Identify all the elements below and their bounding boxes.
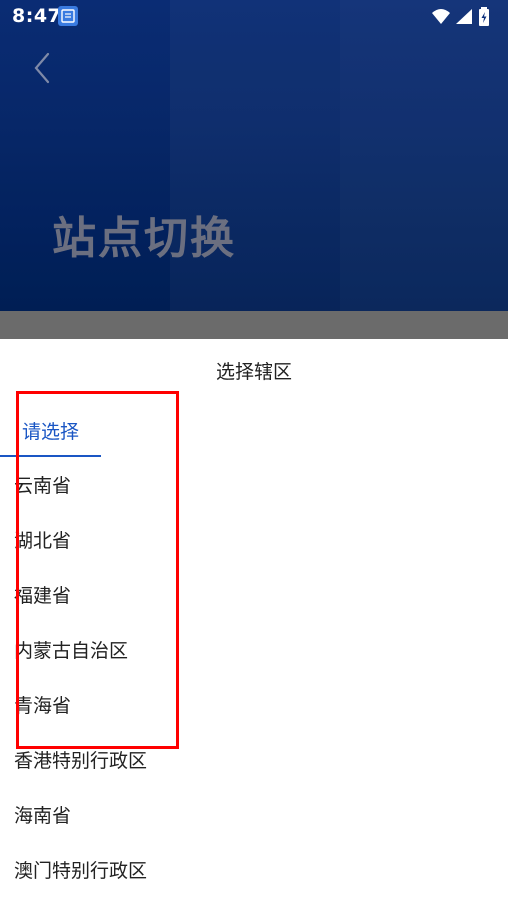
region-item-macau[interactable]: 澳门特别行政区: [0, 842, 508, 897]
region-item-hong-kong[interactable]: 香港特别行政区: [0, 732, 508, 787]
screen: 8:47 站点切换 选择辖区 请选择 云南省 湖北省 福建省 内蒙古自治区 青海…: [0, 0, 508, 903]
status-bar: 8:47: [0, 0, 508, 34]
notification-app-icon: [58, 6, 78, 26]
region-item-hubei[interactable]: 湖北省: [0, 512, 508, 567]
sheet-title: 选择辖区: [215, 361, 292, 383]
header: 8:47 站点切换: [0, 0, 508, 311]
status-time: 8:47: [12, 5, 62, 27]
region-list: 云南省 湖北省 福建省 内蒙古自治区 青海省 香港特别行政区 海南省 澳门特别行…: [0, 457, 508, 897]
region-picker-sheet: 选择辖区 请选择 云南省 湖北省 福建省 内蒙古自治区 青海省 香港特别行政区 …: [0, 339, 508, 903]
modal-backdrop[interactable]: [0, 311, 508, 339]
status-icons: [432, 7, 489, 26]
tab-please-select[interactable]: 请选择: [0, 415, 101, 457]
region-item-qinghai[interactable]: 青海省: [0, 677, 508, 732]
region-item-hainan[interactable]: 海南省: [0, 787, 508, 842]
back-button[interactable]: [26, 50, 60, 88]
region-item-inner-mongolia[interactable]: 内蒙古自治区: [0, 622, 508, 677]
cellular-signal-icon: [456, 9, 472, 24]
wifi-icon: [432, 9, 450, 24]
battery-charging-icon: [479, 7, 489, 26]
chevron-left-icon: [34, 52, 50, 84]
region-item-yunnan[interactable]: 云南省: [0, 457, 508, 512]
region-item-fujian[interactable]: 福建省: [0, 567, 508, 622]
tab-label: 请选择: [22, 421, 80, 443]
page-title: 站点切换: [52, 213, 236, 264]
